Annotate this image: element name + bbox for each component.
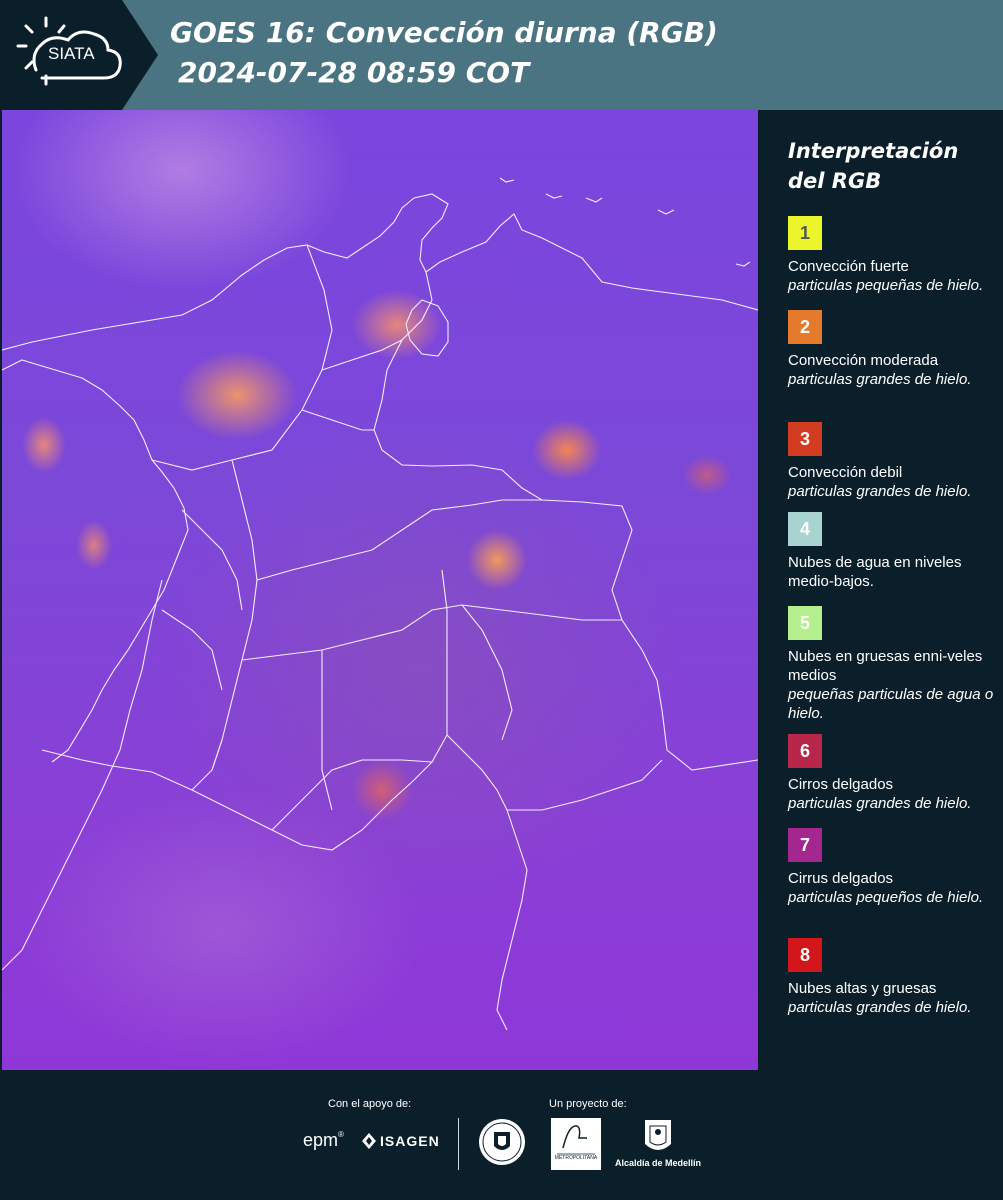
island — [545, 193, 563, 199]
area-icon — [551, 1118, 601, 1170]
legend-desc-7: particulas pequeños de hielo. — [788, 889, 984, 906]
legend-swatch-5: 5 — [788, 606, 822, 640]
legend-name-3: Convección debil — [788, 464, 903, 481]
isagen-logo: ISAGEN — [362, 1133, 440, 1149]
project-label: Un proyecto de: — [549, 1098, 627, 1110]
page-title: GOES 16: Convección diurna (RGB) — [170, 16, 718, 49]
footer-divider — [458, 1118, 459, 1170]
legend-panel: Interpretación del RGB 1 Convección fuer… — [770, 110, 1003, 1070]
isagen-icon — [362, 1133, 376, 1149]
legend-item-6: 6 Cirros delgados particulas grandes de … — [788, 734, 998, 813]
legend-desc-2: particulas grandes de hielo. — [788, 371, 972, 388]
dept-line — [161, 609, 223, 691]
area-text: METROPOLITANA — [554, 1155, 598, 1161]
legend-name-2: Convección moderada — [788, 352, 939, 369]
siata-logo-text: SIATA — [48, 44, 95, 63]
coastline-pacific — [2, 579, 163, 971]
boundaries-overlay — [2, 177, 758, 1031]
dept-line — [151, 244, 333, 471]
dept-line — [271, 759, 433, 831]
header: SIATA GOES 16: Convección diurna (RGB) 2… — [0, 0, 1003, 110]
legend-swatch-2: 2 — [788, 310, 822, 344]
support-label: Con el apoyo de: — [328, 1098, 412, 1110]
dept-line — [181, 509, 243, 611]
legend-item-3: 3 Convección debil particulas grandes de… — [788, 422, 998, 501]
satellite-map — [2, 110, 758, 1070]
dept-line — [211, 459, 258, 771]
coastline-north — [2, 193, 758, 351]
area-metropolitana-logo: METROPOLITANA — [551, 1118, 601, 1170]
legend-title: Interpretación del RGB — [788, 139, 959, 193]
legend-desc-3: particulas grandes de hielo. — [788, 483, 972, 500]
border-east — [373, 271, 758, 771]
siata-logo: SIATA — [12, 12, 132, 96]
dept-line — [507, 759, 663, 811]
legend-item-1: 1 Convección fuerte particulas pequeñas … — [788, 216, 998, 295]
legend-name-8: Nubes altas y gruesas — [788, 980, 937, 997]
legend-item-7: 7 Cirrus delgados particulas pequeños de… — [788, 828, 998, 907]
dept-line — [321, 650, 333, 811]
legend-item-8: 8 Nubes altas y gruesas particulas grand… — [788, 938, 998, 1017]
island — [499, 177, 515, 183]
legend-swatch-3: 3 — [788, 422, 822, 456]
legend-name-7: Cirrus delgados — [788, 870, 894, 887]
dept-line — [191, 739, 223, 791]
legend-swatch-8: 8 — [788, 938, 822, 972]
epm-logo: epm® — [303, 1130, 344, 1150]
legend-swatch-6: 6 — [788, 734, 822, 768]
lake-maracaibo — [405, 299, 449, 357]
legend-desc-6: particulas grandes de hielo. — [788, 795, 972, 812]
legend-desc-8: particulas grandes de hielo. — [788, 999, 972, 1016]
legend-item-5: 5 Nubes en gruesas enni-veles medios peq… — [788, 606, 998, 723]
dept-line — [441, 569, 448, 735]
legend-item-4: 4 Nubes de agua en niveles medio-bajos. — [788, 512, 998, 591]
legend-desc-1: particulas pequeñas de hielo. — [788, 277, 984, 294]
university-seal-icon — [479, 1119, 525, 1165]
dept-line — [301, 409, 374, 431]
legend-name-1: Convección fuerte — [788, 258, 909, 275]
border-south — [41, 734, 448, 851]
legend-name-5: Nubes en gruesas enni-veles medios — [788, 648, 983, 684]
dept-line — [461, 604, 513, 741]
alcaldia-shield-icon — [645, 1120, 671, 1150]
island — [657, 209, 675, 215]
island — [735, 261, 751, 267]
island — [585, 197, 603, 203]
legend-swatch-7: 7 — [788, 828, 822, 862]
coastline-west — [2, 359, 189, 763]
legend-swatch-1: 1 — [788, 216, 822, 250]
alcaldia-text: Alcaldía de Medellín — [614, 1158, 702, 1168]
dept-line — [256, 499, 542, 581]
footer: Con el apoyo de: Un proyecto de: epm® IS… — [0, 1070, 1003, 1200]
legend-desc-5: pequeñas particulas de agua o hielo. — [788, 686, 994, 722]
timestamp: 2024-07-28 08:59 COT — [178, 56, 530, 89]
border-southeast — [446, 734, 528, 1031]
legend-item-2: 2 Convección moderada particulas grandes… — [788, 310, 998, 389]
dept-line — [241, 604, 622, 661]
alcaldia-logo: Alcaldía de Medellín — [612, 1118, 704, 1170]
dept-line — [321, 339, 403, 371]
legend-name-4: Nubes de agua en niveles medio-bajos. — [788, 554, 962, 590]
legend-name-6: Cirros delgados — [788, 776, 894, 793]
legend-swatch-4: 4 — [788, 512, 822, 546]
